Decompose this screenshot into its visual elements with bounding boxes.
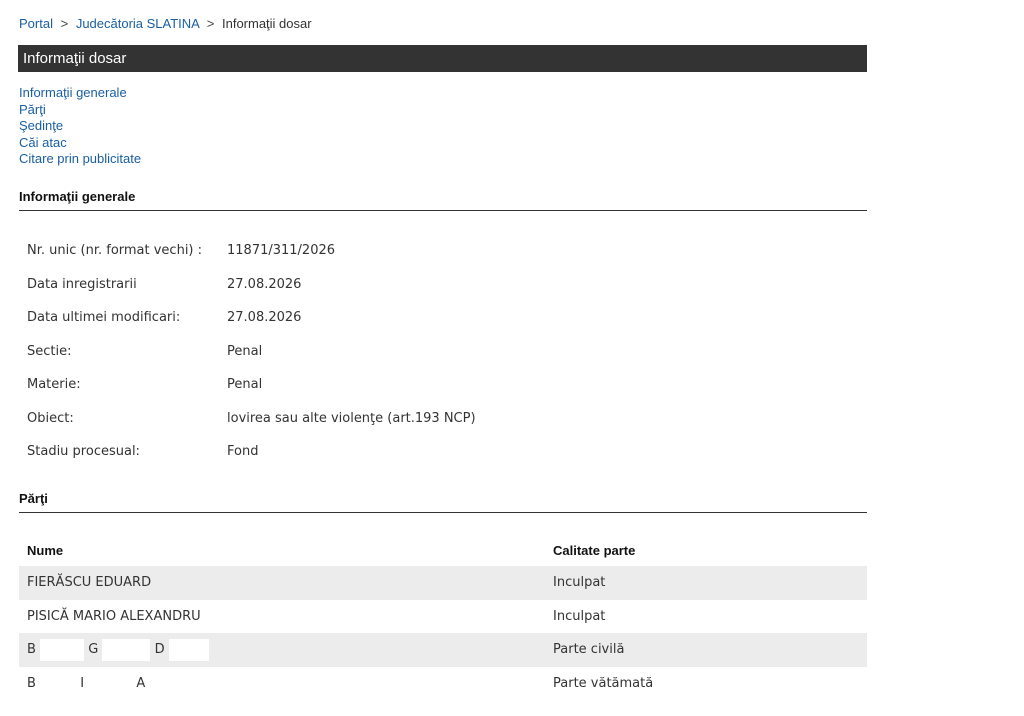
info-value: 11871/311/2026 (227, 243, 336, 258)
info-value: 27.08.2026 (227, 310, 302, 325)
party-role: Parte vătămată (553, 675, 654, 691)
table-row: PISICĂ MARIO ALEXANDRU Inculpat (19, 600, 867, 634)
name-fragment: B (27, 642, 36, 657)
info-label: Materie: (27, 377, 81, 392)
info-value: Penal (227, 343, 263, 359)
name-fragment: I (80, 675, 85, 691)
page-title: Informaţii dosar (18, 45, 867, 72)
parties-table-header: Nume Calitate parte (19, 536, 867, 566)
section-nav: Informaţii generale Părţi Şedinţe Căi at… (19, 85, 141, 168)
table-row: B G D Parte civilă (19, 633, 867, 667)
info-label: Sectie: (27, 343, 72, 359)
nav-link-parties[interactable]: Părţi (19, 102, 141, 119)
column-header-name: Nume (27, 543, 64, 558)
party-name: FIERĂSCU EDUARD (27, 575, 152, 590)
info-row-procedural-stage: Stadiu procesual: Fond (19, 435, 476, 469)
info-label: Data ultimei modificari: (27, 310, 181, 325)
name-fragment: A (136, 675, 146, 691)
nav-link-public-summons[interactable]: Citare prin publicitate (19, 151, 141, 168)
info-row-last-modified: Data ultimei modificari: 27.08.2026 (19, 301, 476, 335)
table-row: FIERĂSCU EDUARD Inculpat (19, 566, 867, 600)
breadcrumb-separator: > (206, 16, 215, 31)
info-row-object: Obiect: lovirea sau alte violenţe (art.1… (19, 402, 476, 436)
party-name-redacted: B I A (19, 667, 553, 701)
name-fragment: D (154, 642, 165, 657)
name-fragment: G (88, 642, 99, 657)
nav-link-general-info[interactable]: Informaţii generale (19, 85, 141, 102)
column-header-role: Calitate parte (553, 543, 636, 558)
info-value: lovirea sau alte violenţe (art.193 NCP) (227, 410, 476, 426)
redaction-block (102, 638, 151, 661)
info-label: Obiect: (27, 410, 74, 426)
nav-link-hearings[interactable]: Şedinţe (19, 118, 141, 135)
case-info-page: Portal > Judecătoria SLATINA > Informaţi… (0, 0, 1024, 716)
party-name: PISICĂ MARIO ALEXANDRU (27, 608, 201, 624)
table-row: B I A Parte vătămată (19, 667, 867, 701)
info-label: Stadiu procesual: (27, 444, 140, 459)
info-row-matter: Materie: Penal (19, 368, 476, 402)
name-fragment: B (27, 675, 36, 691)
redaction-block (88, 672, 133, 694)
redaction-block (40, 638, 85, 661)
info-value: 27.08.2026 (227, 276, 302, 292)
section-heading-parties: Părţi (19, 491, 867, 513)
party-role: Parte civilă (553, 642, 625, 657)
info-label: Data inregistrarii (27, 276, 137, 292)
info-row-registration-date: Data inregistrarii 27.08.2026 (19, 268, 476, 302)
party-name-redacted: B G D (19, 633, 553, 667)
breadcrumb-current: Informaţii dosar (221, 16, 312, 31)
nav-link-appeals[interactable]: Căi atac (19, 135, 141, 152)
party-role: Inculpat (553, 575, 606, 590)
info-row-section: Sectie: Penal (19, 335, 476, 369)
breadcrumb: Portal > Judecătoria SLATINA > Informaţi… (19, 16, 312, 31)
redaction-block (40, 672, 77, 694)
redaction-block (168, 638, 209, 661)
breadcrumb-court-link[interactable]: Judecătoria SLATINA (76, 16, 199, 31)
general-info-table: Nr. unic (nr. format vechi) : 11871/311/… (19, 234, 476, 469)
section-heading-general-info: Informaţii generale (19, 189, 867, 211)
info-label: Nr. unic (nr. format vechi) : (27, 243, 203, 258)
info-row-case-number: Nr. unic (nr. format vechi) : 11871/311/… (19, 234, 476, 268)
parties-table: Nume Calitate parte FIERĂSCU EDUARD Incu… (19, 536, 867, 700)
info-value: Fond (227, 444, 259, 459)
party-role: Inculpat (553, 608, 606, 624)
breadcrumb-separator: > (60, 16, 69, 31)
breadcrumb-portal-link[interactable]: Portal (19, 16, 53, 31)
info-value: Penal (227, 377, 263, 392)
